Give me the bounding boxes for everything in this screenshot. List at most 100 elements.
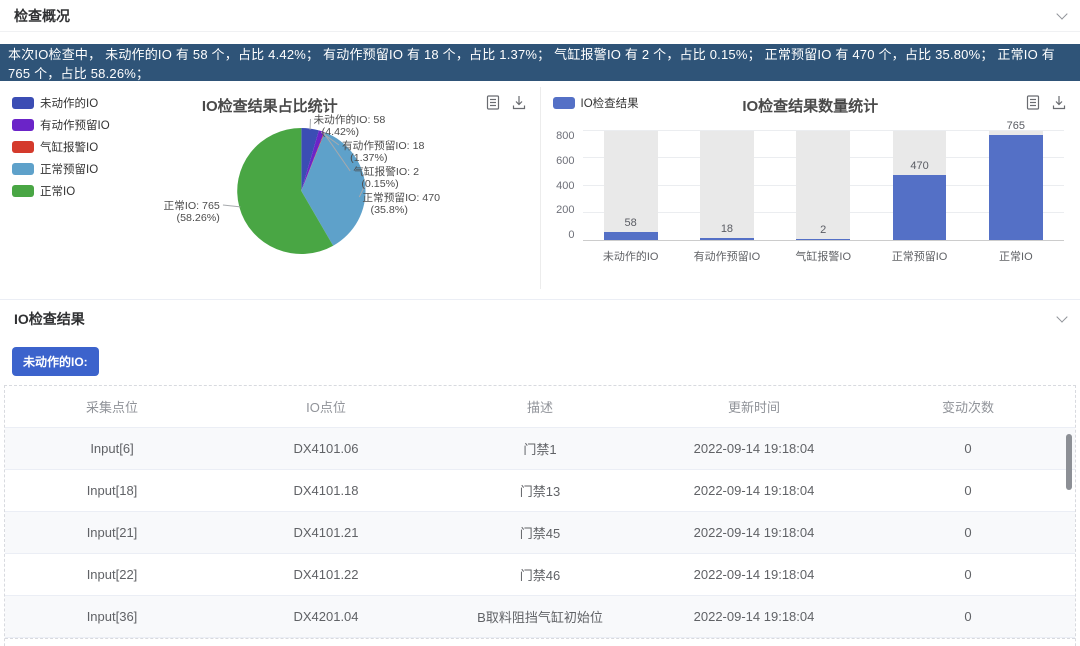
- bar-value-label: 58: [583, 217, 679, 229]
- bar-column: 765: [968, 131, 1064, 240]
- bar-column: 2: [775, 131, 871, 240]
- chart-toolbox: [486, 95, 526, 110]
- collapse-chevron-icon[interactable]: [1056, 8, 1067, 19]
- x-axis-label: 气缸报警IO: [775, 248, 871, 264]
- legend-marker: [12, 97, 34, 109]
- bar-value-label: 470: [871, 160, 967, 172]
- overview-title: 检查概况: [14, 6, 70, 26]
- bar-plot: 58182 470765: [583, 131, 1065, 241]
- column-header: 变动次数: [861, 386, 1075, 428]
- table-cell: DX4101.22: [219, 554, 433, 596]
- scrollbar-thumb[interactable]: [1066, 434, 1072, 490]
- bar-column: 58: [583, 131, 679, 240]
- column-header: IO点位: [219, 386, 433, 428]
- legend-item[interactable]: 正常预留IO: [12, 161, 110, 177]
- column-header: 更新时间: [647, 386, 861, 428]
- bar-value-label: 2: [775, 224, 871, 236]
- svg-text:气缸报警IO: 2: 气缸报警IO: 2: [353, 165, 419, 178]
- x-axis-label: 正常IO: [968, 248, 1064, 264]
- svg-text:(4.42%): (4.42%): [322, 126, 359, 138]
- chart-toolbox: [1026, 95, 1066, 110]
- bar-x-axis: 未动作的IO有动作预留IO气缸报警IO正常预留IO正常IO: [583, 248, 1065, 264]
- collapse-chevron-icon[interactable]: [1056, 311, 1067, 322]
- table-cell: 门禁13: [433, 470, 647, 512]
- bar-value-label: 765: [968, 120, 1064, 132]
- bar-chart: 8006004002000 58182470765 未动作的IO有动作预留IO气…: [547, 131, 1065, 264]
- svg-text:有动作预留IO: 18: 有动作预留IO: 18: [342, 139, 425, 152]
- svg-text:(1.37%): (1.37%): [350, 152, 387, 164]
- bar: [989, 135, 1043, 240]
- bar-chart-panel: IO检查结果数量统计 IO检查结果 8006004002000 58182470…: [541, 87, 1080, 289]
- table-cell: 0: [861, 554, 1075, 596]
- results-section-header: IO检查结果: [0, 299, 1080, 337]
- bar-cols: 58182 470765: [583, 131, 1065, 240]
- legend-marker: [553, 97, 575, 109]
- overview-section-header: 检查概况: [0, 0, 1080, 32]
- legend-label: 气缸报警IO: [40, 139, 98, 155]
- table-row: Input[6]DX4101.06门禁12022-09-14 19:18:040: [5, 428, 1075, 470]
- legend-marker: [12, 185, 34, 197]
- table-body: Input[6]DX4101.06门禁12022-09-14 19:18:040…: [5, 428, 1075, 638]
- legend-item[interactable]: 有动作预留IO: [12, 117, 110, 133]
- svg-text:(58.26%): (58.26%): [177, 212, 220, 224]
- summary-text: 本次IO检查中， 未动作的IO 有 58 个，占比 4.42%； 有动作预留IO…: [8, 44, 1072, 82]
- results-table-container: 采集点位IO点位描述更新时间变动次数 Input[6]DX4101.06门禁12…: [4, 385, 1076, 646]
- legend-label: 正常IO: [40, 183, 75, 199]
- table-cell: DX4101.18: [219, 470, 433, 512]
- pie-chart-panel: IO检查结果占比统计 未动作的IO有动作预留IO气缸报警IO正常预留IO正常IO…: [0, 87, 541, 289]
- table-row: Input[18]DX4101.18门禁132022-09-14 19:18:0…: [5, 470, 1075, 512]
- bar: [796, 239, 850, 241]
- table-cell: 门禁1: [433, 428, 647, 470]
- table-row: Input[22]DX4101.22门禁462022-09-14 19:18:0…: [5, 554, 1075, 596]
- table-cell: 2022-09-14 19:18:04: [647, 554, 861, 596]
- table-cell: 2022-09-14 19:18:04: [647, 470, 861, 512]
- legend-marker: [12, 141, 34, 153]
- table-cell: 0: [861, 470, 1075, 512]
- legend-label: IO检查结果: [581, 95, 639, 111]
- legend-label: 未动作的IO: [40, 95, 98, 111]
- table-header-row: 采集点位IO点位描述更新时间变动次数: [5, 386, 1075, 428]
- table-cell: 0: [861, 596, 1075, 638]
- table-cell: Input[21]: [5, 512, 219, 554]
- charts-row: IO检查结果占比统计 未动作的IO有动作预留IO气缸报警IO正常预留IO正常IO…: [0, 87, 1080, 289]
- table-row: Input[36]DX4201.04B取料阻挡气缸初始位2022-09-14 1…: [5, 596, 1075, 638]
- results-title: IO检查结果: [14, 309, 85, 329]
- table-cell: B取料阻挡气缸初始位: [433, 596, 647, 638]
- y-tick-label: 400: [556, 181, 574, 192]
- results-table: 采集点位IO点位描述更新时间变动次数 Input[6]DX4101.06门禁12…: [5, 386, 1075, 638]
- data-view-icon[interactable]: [486, 95, 500, 110]
- svg-text:(35.8%): (35.8%): [371, 204, 408, 216]
- table-cell: DX4101.21: [219, 512, 433, 554]
- filter-badge[interactable]: 未动作的IO:: [12, 347, 99, 376]
- bar-column: 18: [679, 131, 775, 240]
- table-cell: 门禁46: [433, 554, 647, 596]
- bar-column: 470: [871, 131, 967, 240]
- table-cell: 2022-09-14 19:18:04: [647, 512, 861, 554]
- table-cell: Input[22]: [5, 554, 219, 596]
- legend-item[interactable]: 未动作的IO: [12, 95, 110, 111]
- filter-row: 未动作的IO:: [0, 337, 1080, 385]
- legend-item[interactable]: 正常IO: [12, 183, 110, 199]
- legend-item[interactable]: 气缸报警IO: [12, 139, 110, 155]
- svg-text:正常预留IO: 470: 正常预留IO: 470: [362, 191, 440, 204]
- download-icon[interactable]: [512, 95, 526, 110]
- pie-legend: 未动作的IO 有动作预留IO 气缸报警IO 正常预留IO 正常IO: [12, 95, 110, 199]
- download-icon[interactable]: [1052, 95, 1066, 110]
- bar-y-axis: 8006004002000: [547, 131, 583, 241]
- table-cell: DX4101.06: [219, 428, 433, 470]
- y-tick-label: 0: [568, 230, 574, 241]
- bar: [893, 175, 947, 240]
- pagination: 共 58 条 10条/页 123456 前往 页: [5, 638, 1075, 646]
- data-view-icon[interactable]: [1026, 95, 1040, 110]
- table-cell: 门禁45: [433, 512, 647, 554]
- summary-banner: 本次IO检查中， 未动作的IO 有 58 个，占比 4.42%； 有动作预留IO…: [0, 44, 1080, 81]
- x-axis-label: 未动作的IO: [583, 248, 679, 264]
- x-axis-label: 有动作预留IO: [679, 248, 775, 264]
- y-tick-label: 800: [556, 131, 574, 142]
- bar-legend-item[interactable]: IO检查结果: [553, 95, 639, 111]
- table-cell: 2022-09-14 19:18:04: [647, 428, 861, 470]
- column-header: 采集点位: [5, 386, 219, 428]
- legend-marker: [12, 163, 34, 175]
- legend-marker: [12, 119, 34, 131]
- y-tick-label: 600: [556, 156, 574, 167]
